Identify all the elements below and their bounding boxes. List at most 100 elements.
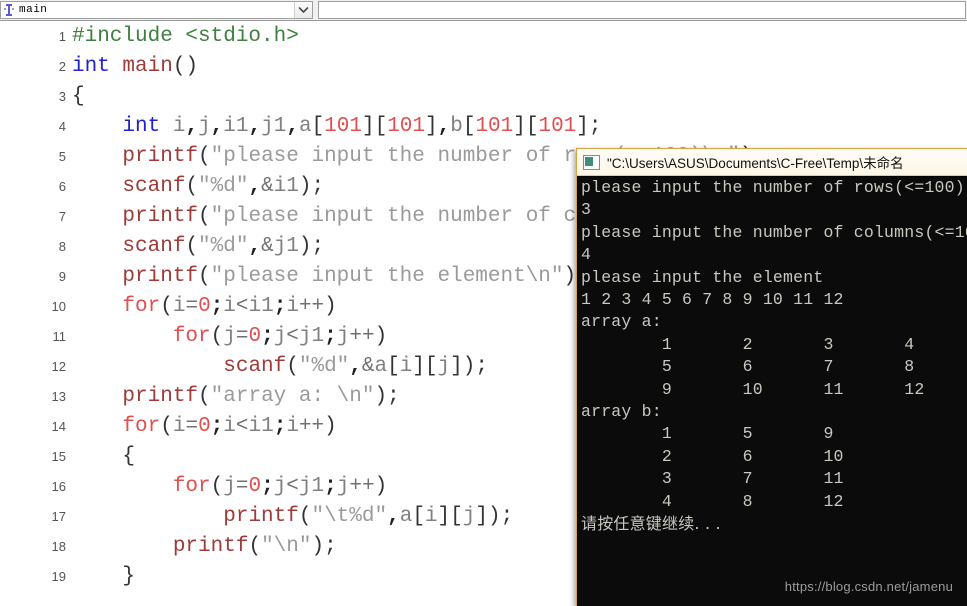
- console-window[interactable]: "C:\Users\ASUS\Documents\C-Free\Temp\未命名…: [576, 148, 967, 606]
- line-number: 7: [58, 209, 66, 224]
- line-number: 1: [58, 29, 66, 44]
- code-token: scanf: [122, 235, 186, 258]
- line-number: 19: [51, 569, 66, 584]
- line-number: 13: [51, 389, 66, 404]
- chevron-down-icon[interactable]: [294, 2, 312, 18]
- code-token: for: [122, 295, 161, 318]
- code-token: =: [185, 295, 199, 318]
- console-output-line: 2 6 10: [581, 446, 844, 466]
- code-token: j: [198, 115, 211, 138]
- console-output-line: 3 7 11: [581, 469, 844, 489]
- line-number: 10: [51, 299, 66, 314]
- code-token: (: [185, 175, 199, 198]
- code-token: i1: [273, 175, 299, 198]
- code-token: printf: [122, 385, 199, 408]
- console-titlebar[interactable]: "C:\Users\ASUS\Documents\C-Free\Temp\未命名: [577, 149, 967, 176]
- console-output-line: 1 2 3 4: [581, 334, 915, 354]
- function-icon: [2, 3, 16, 17]
- code-token: j1: [298, 475, 325, 498]
- code-token: i: [172, 415, 186, 438]
- code-token: j1: [298, 325, 325, 348]
- code-line-text: {: [72, 85, 85, 108]
- code-token: (: [210, 475, 224, 498]
- code-token: (: [248, 535, 262, 558]
- code-token: int: [122, 115, 161, 138]
- code-token: 101: [475, 115, 514, 138]
- code-token: j1: [261, 115, 287, 138]
- code-token: ;: [273, 295, 287, 318]
- code-token: i: [223, 415, 236, 438]
- watermark: https://blog.csdn.net/jamenu: [784, 579, 953, 594]
- code-token: ][: [437, 505, 463, 528]
- code-token: "\n": [261, 535, 312, 558]
- code-token: }: [122, 565, 136, 588]
- code-token: printf: [172, 535, 249, 558]
- line-number: 17: [51, 509, 66, 524]
- code-token: j: [462, 505, 476, 528]
- code-token: );: [311, 535, 337, 558]
- code-token: ++: [349, 475, 375, 498]
- code-token: {: [72, 85, 85, 108]
- code-line[interactable]: 4 int i,j,i1,j1,a[101][101],b[101][101];: [0, 112, 967, 142]
- code-token: int: [72, 55, 110, 78]
- line-number: 3: [58, 89, 66, 104]
- code-token: <: [235, 295, 249, 318]
- code-line-text: scanf("%d",&j1);: [72, 235, 324, 258]
- console-window-icon: [583, 154, 600, 170]
- code-token: =: [235, 325, 249, 348]
- code-token: a: [374, 355, 388, 378]
- code-line[interactable]: 3{: [0, 82, 967, 112]
- code-line-text: for(j=0;j<j1;j++): [72, 475, 387, 498]
- console-output-line: array a:: [581, 312, 662, 332]
- code-line[interactable]: 2 int main(): [0, 52, 967, 82]
- code-token: i1: [248, 415, 274, 438]
- line-number: 5: [58, 149, 66, 164]
- secondary-combobox[interactable]: [318, 1, 966, 19]
- code-token: ;: [324, 475, 337, 498]
- code-token: a: [399, 505, 413, 528]
- code-token: ;: [210, 415, 224, 438]
- console-output-line: 1 5 9: [581, 424, 834, 444]
- console-output-line: please input the number of columns(<=100…: [581, 222, 967, 242]
- code-token: #include <stdio.h>: [72, 25, 299, 48]
- code-token: scanf: [223, 355, 287, 378]
- code-token: j: [273, 325, 287, 348]
- code-token: (: [160, 295, 173, 318]
- console-output-line: array b:: [581, 402, 662, 422]
- code-token: =: [235, 475, 249, 498]
- code-line-text: int i,j,i1,j1,a[101][101],b[101][101];: [72, 115, 601, 138]
- code-token: j: [336, 325, 350, 348]
- code-token: ;: [324, 325, 337, 348]
- code-line[interactable]: 1 #include <stdio.h>: [0, 22, 967, 52]
- code-token: (: [185, 235, 199, 258]
- code-token: =: [185, 415, 199, 438]
- code-token: "array a: \n": [210, 385, 375, 408]
- code-token: );: [298, 175, 325, 198]
- editor-toolbar: main: [0, 0, 967, 21]
- code-token: printf: [223, 505, 299, 528]
- code-token: [: [462, 115, 476, 138]
- line-number: 12: [51, 359, 66, 374]
- code-line-text: #include <stdio.h>: [72, 25, 299, 48]
- code-line-text: }: [72, 565, 135, 588]
- code-token: printf: [122, 265, 199, 288]
- code-token: (: [198, 145, 211, 168]
- function-selector-combobox[interactable]: main: [0, 1, 313, 19]
- code-token: ++: [298, 295, 325, 318]
- code-token: );: [374, 385, 400, 408]
- code-token: ,: [210, 115, 224, 138]
- code-token: [: [387, 355, 400, 378]
- code-token: 0: [248, 475, 262, 498]
- line-number: 6: [58, 179, 66, 194]
- code-token: ;: [210, 295, 224, 318]
- code-token: ]: [425, 115, 438, 138]
- line-number: 4: [58, 119, 66, 134]
